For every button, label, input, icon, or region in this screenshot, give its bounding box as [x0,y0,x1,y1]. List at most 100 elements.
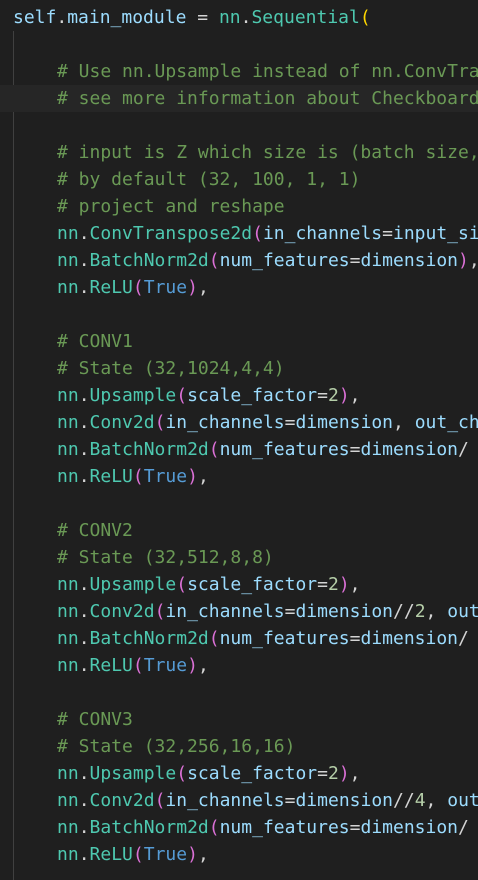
code-token: ) [187,466,198,487]
code-token: ( [132,277,144,298]
code-line[interactable]: nn.Upsample(scale_factor=2), [0,571,478,598]
code-line-text: # CONV3 [57,706,133,733]
code-line[interactable]: nn.Upsample(scale_factor=2), [0,382,478,409]
code-line[interactable]: nn.Upsample(scale_factor=2), [0,760,478,787]
code-line-text: nn.Upsample(scale_factor=2), [57,382,361,409]
code-line[interactable]: nn.BatchNorm2d(num_features=dimension/ [0,436,478,463]
code-line[interactable]: # State (32,512,8,8) [0,544,478,571]
code-token: 2 [327,385,339,406]
code-token: # State (32,1024,4,4) [57,358,285,379]
code-token: dimension [360,817,459,838]
code-token: . [78,844,90,865]
code-line-text: # CONV2 [57,517,133,544]
code-line[interactable] [0,301,478,328]
code-line[interactable]: # State (32,1024,4,4) [0,355,478,382]
code-line-text: # project and reshape [57,193,285,220]
code-line-text: nn.BatchNorm2d(num_features=dimension/ [57,625,469,652]
code-token: True [143,844,188,865]
code-token: = [317,763,328,784]
code-line[interactable]: # by default (32, 100, 1, 1) [0,166,478,193]
code-token: scale_factor [187,574,318,595]
code-token: dimension [360,439,459,460]
code-token: . [78,817,90,838]
code-token: . [78,574,90,595]
code-line[interactable]: nn.Conv2d(in_channels=dimension, out_ch [0,409,478,436]
code-token: 2 [414,601,426,622]
code-token: , [349,574,361,595]
code-line[interactable]: nn.Conv2d(in_channels=dimension//4, out [0,787,478,814]
code-line[interactable]: nn.ConvTranspose2d(in_channels=input_si [0,220,478,247]
code-token: ( [176,574,188,595]
code-line[interactable] [0,679,478,706]
code-token: . [78,385,90,406]
code-token: Upsample [89,763,177,784]
code-token: = [317,385,328,406]
code-line-text: nn.ReLU(True), [57,841,209,868]
code-token: # CONV1 [57,331,133,352]
code-token: ) [458,250,469,271]
code-line[interactable]: # CONV2 [0,517,478,544]
code-token: . [78,628,90,649]
code-line[interactable]: nn.ReLU(True), [0,652,478,679]
code-token: in_channels [165,601,285,622]
code-token: . [78,601,90,622]
code-token: , [197,844,209,865]
code-line[interactable] [0,490,478,517]
code-token: Conv2d [89,412,155,433]
code-token: num_features [219,250,350,271]
code-line[interactable]: nn.ReLU(True), [0,841,478,868]
code-token: ReLU [89,844,133,865]
code-token: out_ch [414,412,478,433]
code-line[interactable]: # State (32,256,16,16) [0,733,478,760]
code-line[interactable]: nn.BatchNorm2d(num_features=dimension), [0,247,478,274]
code-token: , [349,763,361,784]
code-line[interactable]: # project and reshape [0,193,478,220]
code-editor[interactable]: self.main_module = nn.Sequential( # Use n… [0,0,478,880]
code-line[interactable]: nn.BatchNorm2d(num_features=dimension/ [0,625,478,652]
code-token: # CONV3 [57,709,133,730]
code-line[interactable]: nn.Conv2d(in_channels=dimension//2, out [0,598,478,625]
code-lines[interactable]: self.main_module = nn.Sequential( # Use n… [0,4,478,868]
code-line-text: nn.ConvTranspose2d(in_channels=input_si [57,220,478,247]
code-token: ( [132,655,144,676]
code-line[interactable]: # input is Z which size is (batch size, [0,139,478,166]
code-line[interactable]: # CONV3 [0,706,478,733]
code-token: # State (32,256,16,16) [57,736,296,757]
code-line[interactable]: nn.ReLU(True), [0,463,478,490]
code-token: ( [132,466,144,487]
code-line[interactable]: # CONV1 [0,328,478,355]
code-token: ( [208,628,220,649]
code-token: nn [57,250,79,271]
code-line[interactable]: self.main_module = nn.Sequential( [0,4,478,31]
code-line[interactable]: nn.BatchNorm2d(num_features=dimension/ [0,814,478,841]
code-token: Upsample [89,385,177,406]
code-line[interactable]: # Use nn.Upsample instead of nn.ConvTra [0,58,478,85]
code-line[interactable] [0,112,478,139]
code-token: . [78,250,90,271]
code-token: . [56,7,68,28]
code-line[interactable]: nn.ReLU(True), [0,274,478,301]
code-token: nn [57,844,79,865]
code-token: dimension [295,412,394,433]
code-line-text: # input is Z which size is (batch size, [57,139,478,166]
code-token: = [317,574,328,595]
code-line-text: # State (32,256,16,16) [57,733,295,760]
code-token: nn [57,574,79,595]
code-token: . [240,7,252,28]
code-token: / [458,628,469,649]
code-line[interactable] [0,31,478,58]
code-line-text: nn.BatchNorm2d(num_features=dimension/ [57,814,469,841]
code-line-text: nn.Conv2d(in_channels=dimension//4, out [57,787,478,814]
code-token: ReLU [89,655,133,676]
code-token: out [447,790,478,811]
code-line[interactable]: # see more information about Checkboard [0,85,478,112]
code-token: True [143,466,188,487]
code-line-text: nn.Conv2d(in_channels=dimension, out_ch [57,409,478,436]
code-line-text: # by default (32, 100, 1, 1) [57,166,360,193]
code-token: ( [154,412,166,433]
code-token: nn [57,466,79,487]
code-token: nn [57,385,79,406]
code-token: BatchNorm2d [89,628,209,649]
code-token: , [197,277,209,298]
code-line-text: nn.ReLU(True), [57,274,209,301]
